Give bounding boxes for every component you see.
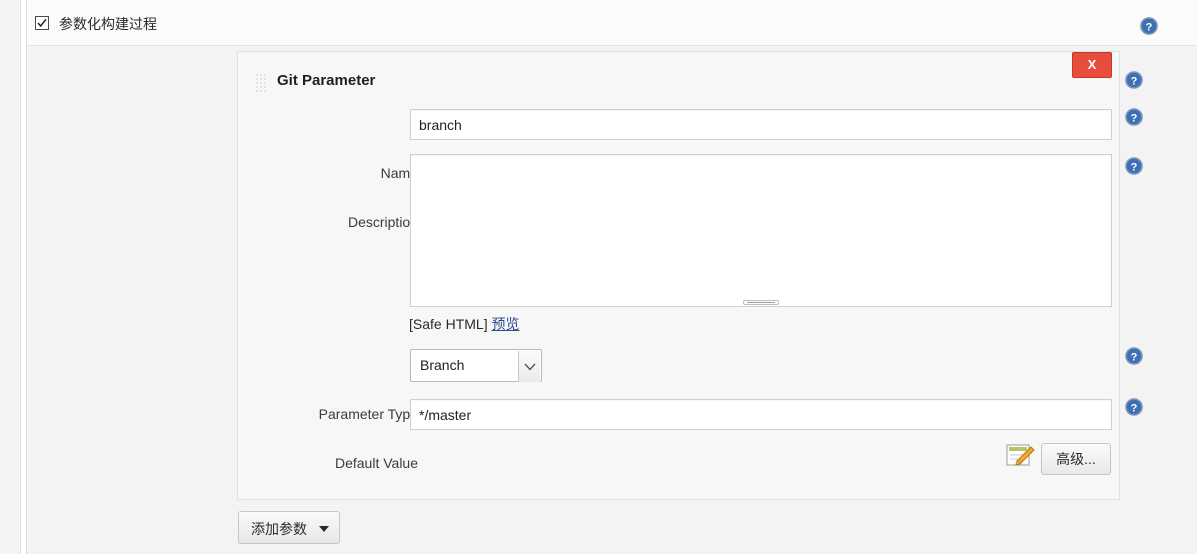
- svg-text:?: ?: [1131, 162, 1138, 174]
- jenkins-config-page: 参数化构建过程 ? Git Parameter X Name branch De…: [0, 0, 1197, 554]
- safe-html-note: [Safe HTML]: [409, 316, 488, 332]
- caret-down-icon: [319, 526, 329, 532]
- add-parameter-label: 添加参数: [251, 521, 307, 537]
- safe-html-note-row: [Safe HTML] 预览: [409, 314, 519, 334]
- left-rail-outer: [0, 0, 21, 554]
- svg-text:?: ?: [1131, 403, 1138, 415]
- name-label: Name: [380, 165, 418, 181]
- section-header: 参数化构建过程 ?: [27, 0, 1197, 46]
- parameter-type-selected-value: Branch: [420, 357, 465, 373]
- checkmark-icon: [37, 18, 47, 28]
- help-icon-glyph: ?: [1140, 17, 1158, 35]
- drag-handle-icon[interactable]: [255, 73, 267, 93]
- default-value-input[interactable]: [410, 399, 1112, 430]
- parameter-type-select-box[interactable]: Branch: [410, 349, 542, 382]
- help-icon-default-value[interactable]: ?: [1124, 397, 1144, 420]
- svg-text:?: ?: [1131, 352, 1138, 364]
- parameter-type-select[interactable]: Branch: [410, 349, 542, 382]
- default-value-label: Default Value: [334, 455, 418, 471]
- help-icon[interactable]: ?: [1139, 16, 1159, 39]
- preview-link[interactable]: 预览: [491, 316, 519, 332]
- svg-text:?: ?: [1131, 76, 1138, 88]
- page-title: 参数化构建过程: [59, 16, 157, 32]
- chevron-down-icon[interactable]: [518, 351, 540, 382]
- svg-text:?: ?: [1146, 22, 1153, 34]
- add-parameter-button[interactable]: 添加参数: [238, 511, 340, 544]
- parameterized-build-checkbox[interactable]: [35, 16, 49, 30]
- description-textarea[interactable]: [410, 154, 1112, 307]
- svg-text:?: ?: [1131, 113, 1138, 125]
- help-icon-name[interactable]: ?: [1124, 107, 1144, 130]
- description-label: Description: [347, 214, 418, 230]
- parameter-type-label: Parameter Type: [318, 406, 418, 422]
- textarea-resize-handle[interactable]: [743, 300, 779, 305]
- advanced-button[interactable]: 高级...: [1041, 443, 1111, 475]
- help-icon-description[interactable]: ?: [1124, 156, 1144, 179]
- name-input[interactable]: [410, 109, 1112, 140]
- panel-title: Git Parameter: [277, 72, 376, 89]
- edit-note-icon[interactable]: [1006, 442, 1036, 470]
- help-icon-parameter-type[interactable]: ?: [1124, 346, 1144, 369]
- delete-parameter-button[interactable]: X: [1072, 52, 1112, 78]
- git-parameter-panel: Git Parameter X Name Description [Safe H…: [237, 51, 1120, 500]
- help-icon-panel[interactable]: ?: [1124, 70, 1144, 93]
